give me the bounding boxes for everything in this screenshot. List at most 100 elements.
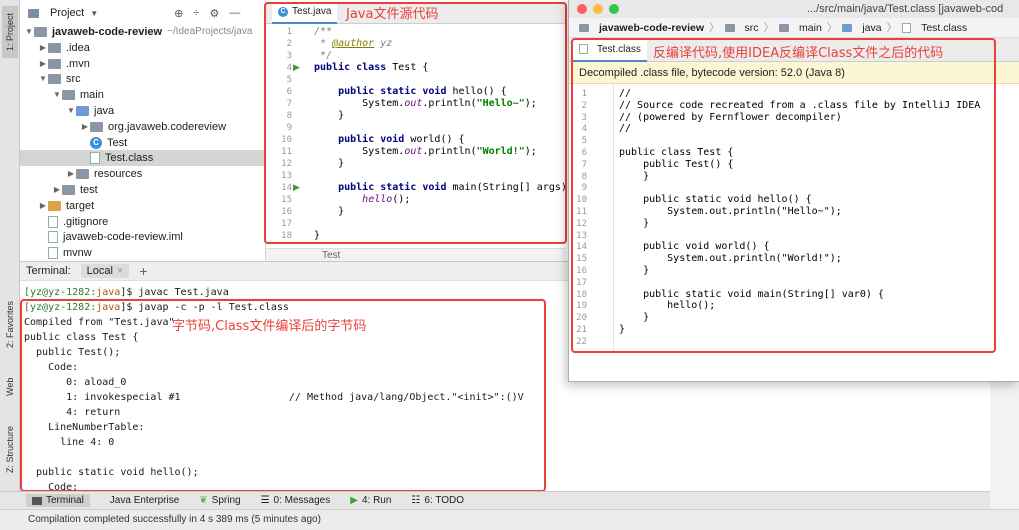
chevron-down-icon[interactable]: ▼ bbox=[38, 71, 48, 87]
tree-item[interactable]: javaweb-code-review.iml bbox=[20, 229, 183, 245]
window-title: .../src/main/java/Test.class [javaweb-co… bbox=[807, 3, 1004, 15]
tree-item[interactable]: ▼ src bbox=[20, 71, 81, 87]
project-icon bbox=[28, 8, 39, 18]
tree-item[interactable]: ▼ main bbox=[20, 87, 104, 103]
tool-tab-project[interactable]: 1: Project bbox=[2, 6, 18, 58]
class-icon: C bbox=[90, 136, 102, 149]
folder-icon bbox=[76, 169, 89, 180]
tree-item-label: .idea bbox=[66, 41, 90, 54]
breadcrumb-file[interactable]: Test.class bbox=[921, 22, 967, 34]
tool-tab-favorites[interactable]: 2: Favorites bbox=[2, 292, 18, 356]
chevron-down-icon[interactable]: ▼ bbox=[90, 9, 98, 18]
tree-item[interactable]: ▶ .mvn bbox=[20, 56, 90, 72]
chevron-down-icon[interactable]: ▼ bbox=[52, 87, 62, 103]
breadcrumb-java[interactable]: java bbox=[862, 22, 881, 34]
tree-item-label: .gitignore bbox=[63, 215, 109, 228]
chevron-down-icon[interactable]: ▼ bbox=[66, 103, 76, 119]
project-panel-header: Project ▼ ⊕ ÷ ⚙ — bbox=[20, 2, 275, 24]
editor-breadcrumb-footer: Test bbox=[266, 248, 566, 262]
window-titlebar: .../src/main/java/Test.class [javaweb-co… bbox=[569, 0, 1019, 18]
bottom-tab-java-enterprise[interactable]: Java Enterprise bbox=[110, 495, 179, 506]
close-window-button[interactable] bbox=[577, 4, 587, 14]
chevron-right-icon: 〉 bbox=[709, 22, 720, 34]
chevron-right-icon[interactable]: ▶ bbox=[80, 119, 90, 135]
tree-item[interactable]: .gitignore bbox=[20, 214, 108, 230]
tool-tab-structure[interactable]: Z: Structure bbox=[2, 418, 18, 480]
prompt-dir: java bbox=[96, 287, 121, 298]
close-icon[interactable]: × bbox=[117, 265, 123, 277]
tool-tab-web[interactable]: Web bbox=[2, 368, 18, 406]
project-tree: ▼ javaweb-code-review ~/IdeaProjects/java ▶… bbox=[20, 24, 275, 260]
tree-item[interactable]: ▶ resources bbox=[20, 166, 142, 182]
project-view-selector[interactable]: Project bbox=[50, 7, 84, 19]
breadcrumb-main[interactable]: main bbox=[799, 22, 822, 34]
tree-item[interactable]: ▶ org.javaweb.codereview bbox=[20, 119, 226, 135]
annotation-label-decompiled: 反编译代码,使用IDEA反编译Class文件之后的代码 bbox=[653, 46, 944, 61]
module-icon bbox=[34, 27, 47, 37]
file-icon bbox=[48, 231, 58, 244]
file-icon bbox=[48, 215, 58, 228]
annotation-label-source: Java文件源代码 bbox=[346, 7, 439, 22]
gear-icon[interactable]: ⚙ bbox=[209, 7, 219, 20]
background-area bbox=[990, 382, 1019, 509]
tree-item[interactable]: ▶ test bbox=[20, 182, 98, 198]
tree-item-label: org.javaweb.codereview bbox=[108, 120, 227, 133]
folder-icon bbox=[724, 23, 735, 32]
bottom-tab-messages[interactable]: ☰ 0: Messages bbox=[261, 495, 331, 506]
tree-item-label: test bbox=[80, 184, 98, 196]
folder-icon bbox=[842, 23, 853, 32]
todo-icon: ☷ bbox=[411, 495, 421, 506]
chevron-down-icon[interactable]: ▼ bbox=[24, 24, 34, 40]
folder-icon bbox=[779, 23, 790, 32]
breadcrumb-src[interactable]: src bbox=[745, 22, 759, 34]
bottom-tab-todo[interactable]: ☷ 6: TODO bbox=[411, 495, 464, 506]
chevron-right-icon[interactable]: ▶ bbox=[38, 56, 48, 72]
file-icon bbox=[48, 247, 58, 260]
breadcrumb-project[interactable]: javaweb-code-review bbox=[599, 22, 704, 34]
tree-item-path: ~/IdeaProjects/java bbox=[167, 26, 253, 37]
folder-icon bbox=[48, 42, 61, 53]
annotation-label-bytecode: 字节码,Class文件编译后的字节码 bbox=[172, 319, 367, 334]
tree-item-label: src bbox=[66, 73, 81, 86]
tree-item[interactable]: ▶ .idea bbox=[20, 40, 90, 56]
tree-item-label: java bbox=[94, 105, 115, 117]
chevron-right-icon[interactable]: ▶ bbox=[52, 182, 62, 198]
bottom-tab-terminal[interactable]: Terminal bbox=[26, 494, 90, 507]
maximize-window-button[interactable] bbox=[609, 4, 619, 14]
chevron-right-icon[interactable]: ▶ bbox=[38, 40, 48, 56]
bottom-tab-run[interactable]: ▶ 4: Run bbox=[350, 495, 391, 506]
command-text: javac Test.java bbox=[138, 287, 229, 298]
tree-item-label: mvnw bbox=[63, 247, 92, 260]
run-icon: ▶ bbox=[350, 495, 358, 506]
file-icon bbox=[90, 152, 100, 165]
tree-item[interactable]: ▶ target bbox=[20, 198, 94, 214]
add-tab-icon[interactable]: + bbox=[139, 263, 147, 279]
minimize-window-button[interactable] bbox=[593, 4, 603, 14]
hide-icon[interactable]: — bbox=[229, 7, 240, 20]
chevron-right-icon: 〉 bbox=[763, 22, 775, 34]
chevron-right-icon[interactable]: ▶ bbox=[38, 198, 48, 214]
status-text: Compilation completed successfully in 4 … bbox=[28, 514, 321, 525]
leaf-icon: ❦ bbox=[199, 495, 208, 506]
package-icon bbox=[90, 121, 103, 132]
target-icon[interactable]: ⊕ bbox=[174, 7, 183, 20]
folder-icon bbox=[48, 74, 61, 85]
bottom-tab-spring[interactable]: ❦ Spring bbox=[199, 495, 240, 506]
tree-item-label: javaweb-code-review bbox=[52, 26, 163, 38]
folder-icon bbox=[62, 90, 75, 101]
tree-item[interactable]: mvnw bbox=[20, 245, 92, 261]
terminal-line: [yz@yz-1282:java]$ javac Test.java bbox=[24, 285, 229, 300]
class-file-icon bbox=[902, 22, 912, 33]
tree-item[interactable]: Test.class bbox=[20, 150, 275, 167]
terminal-tab-local[interactable]: Local × bbox=[80, 264, 130, 278]
navigation-breadcrumb: javaweb-code-review 〉 src 〉 main 〉 java … bbox=[569, 18, 1019, 38]
module-icon bbox=[579, 23, 589, 32]
collapse-icon[interactable]: ÷ bbox=[193, 7, 199, 20]
tree-item[interactable]: C Test bbox=[20, 135, 127, 151]
tree-item-label: Test.class bbox=[105, 152, 154, 165]
chevron-right-icon: 〉 bbox=[826, 22, 838, 34]
tree-item[interactable]: ▼ java bbox=[20, 103, 114, 119]
tree-item-label: javaweb-code-review.iml bbox=[63, 231, 183, 244]
tree-item[interactable]: ▼ javaweb-code-review ~/IdeaProjects/java bbox=[20, 24, 252, 40]
chevron-right-icon[interactable]: ▶ bbox=[66, 166, 76, 182]
